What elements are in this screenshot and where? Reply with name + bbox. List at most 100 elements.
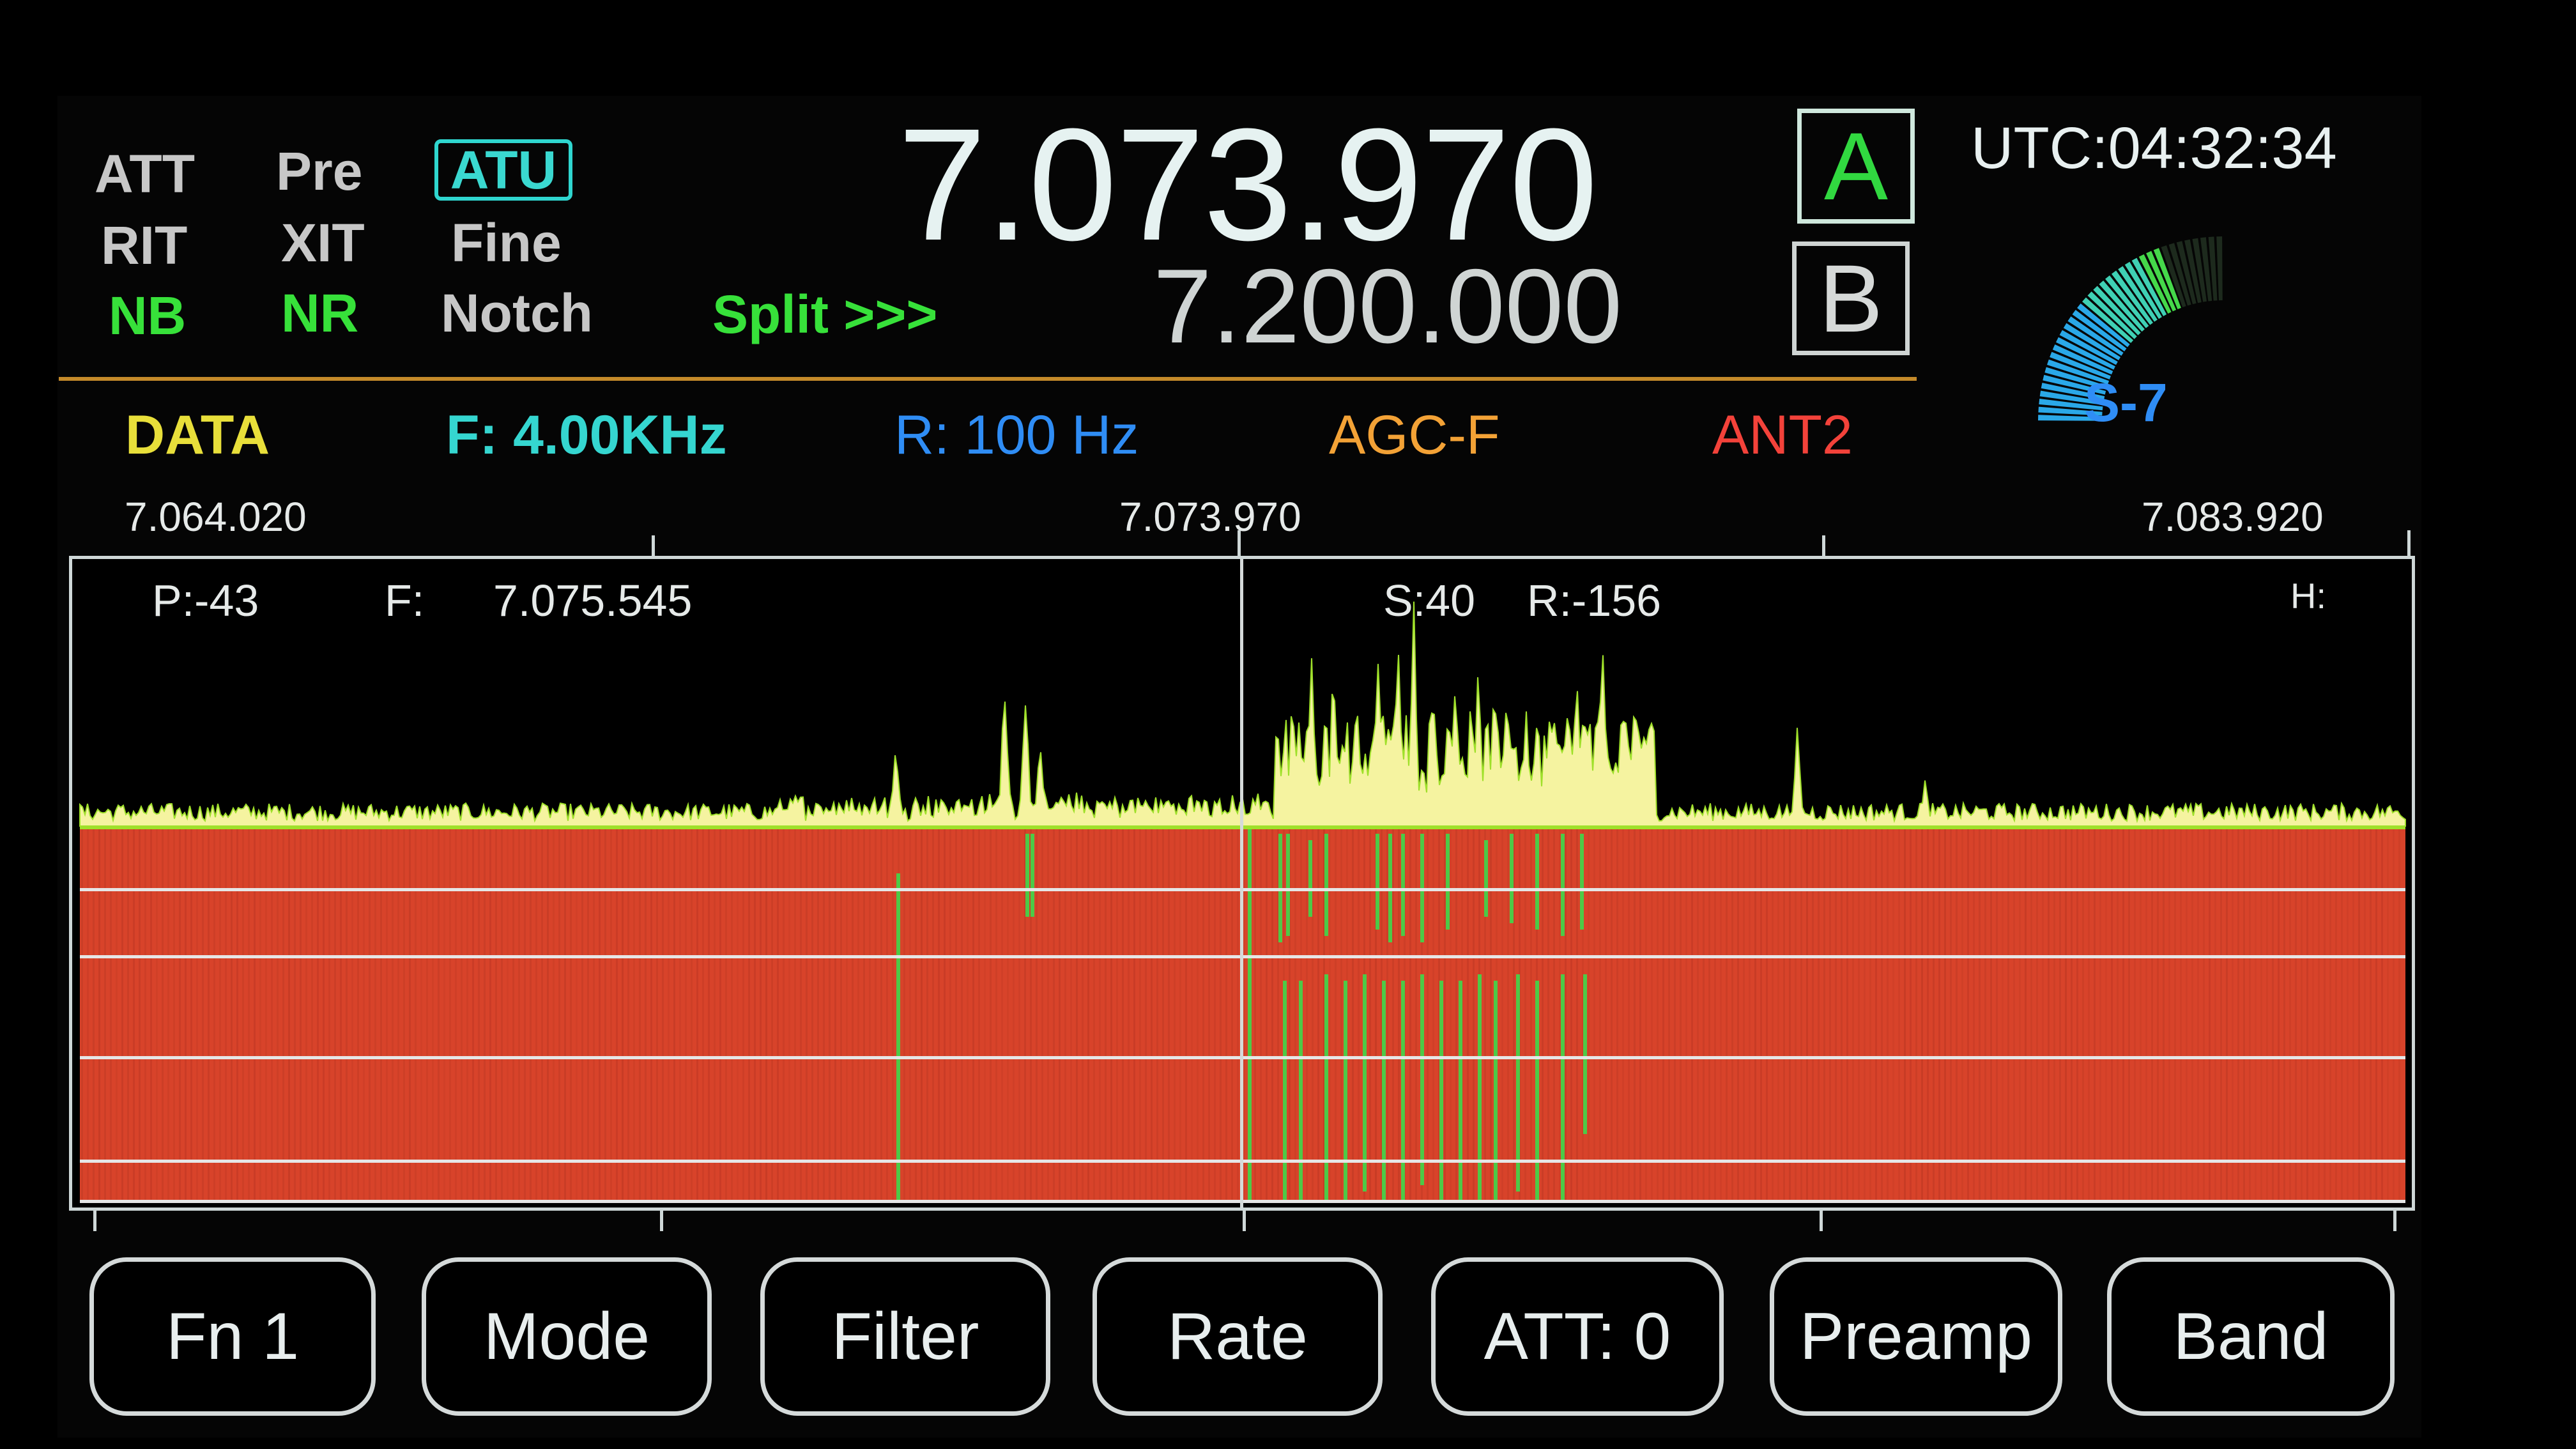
waterfall-streak [1691, 829, 1693, 1202]
waterfall-signal [1494, 981, 1498, 1201]
waterfall-streak [225, 829, 227, 1202]
rit-indicator[interactable]: RIT [101, 218, 187, 272]
waterfall-streak [1018, 829, 1020, 1202]
waterfall-streak [1122, 829, 1124, 1202]
waterfall-streak [1783, 829, 1785, 1202]
fine-indicator[interactable]: Fine [451, 216, 562, 270]
waterfall-streak [277, 829, 279, 1202]
filter-status[interactable]: F: 4.00KHz [446, 404, 727, 467]
nr-indicator[interactable]: NR [281, 286, 358, 340]
waterfall-streak [104, 829, 106, 1202]
waterfall-streak [530, 829, 532, 1202]
waterfall-streak [208, 829, 210, 1202]
waterfall-streak [1973, 829, 1975, 1202]
filter-button[interactable]: Filter [760, 1257, 1050, 1416]
waterfall-streak [1956, 829, 1958, 1202]
waterfall-streak [553, 829, 555, 1202]
waterfall-streak [1611, 829, 1613, 1202]
waterfall-streak [1501, 829, 1503, 1202]
waterfall-streak [2329, 829, 2331, 1202]
waterfall-streak [1881, 829, 1883, 1202]
rate-status[interactable]: R: 100 Hz [894, 404, 1138, 467]
waterfall-signal [1401, 834, 1405, 936]
waterfall-streak [1064, 829, 1066, 1202]
rate-button[interactable]: Rate [1092, 1257, 1383, 1416]
waterfall-streak [2030, 829, 2032, 1202]
waterfall-streak [1634, 829, 1636, 1202]
waterfall-streak [2341, 829, 2343, 1202]
waterfall-streak [990, 829, 992, 1202]
nb-indicator[interactable]: NB [109, 289, 186, 342]
waterfall-streak [535, 829, 537, 1202]
band-button[interactable]: Band [2107, 1257, 2395, 1416]
waterfall-streak [1570, 829, 1572, 1202]
waterfall-streak [190, 829, 192, 1202]
waterfall-streak [564, 829, 566, 1202]
waterfall-streak [127, 829, 129, 1202]
waterfall-streak [2232, 829, 2234, 1202]
split-indicator[interactable]: Split >>> [712, 288, 938, 341]
waterfall-streak [167, 829, 169, 1202]
waterfall-streak [754, 829, 756, 1202]
waterfall-streak [2036, 829, 2038, 1202]
waterfall-streak [219, 829, 221, 1202]
waterfall-streak [1685, 829, 1687, 1202]
waterfall-streak [1910, 829, 1912, 1202]
waterfall-streak [409, 829, 411, 1202]
waterfall-streak [1398, 829, 1400, 1202]
waterfall-streak [1588, 829, 1590, 1202]
waterfall-streak [846, 829, 848, 1202]
att-button[interactable]: ATT: 0 [1431, 1257, 1724, 1416]
preamp-button[interactable]: Preamp [1770, 1257, 2062, 1416]
att-indicator[interactable]: ATT [95, 147, 195, 201]
cursor-f-label: F: [385, 576, 425, 625]
waterfall-streak [116, 829, 118, 1202]
waterfall-streak [2094, 829, 2096, 1202]
waterfall-streak [2168, 829, 2170, 1202]
vfo-b-button[interactable]: B [1792, 241, 1910, 355]
waterfall-streak [1645, 829, 1647, 1202]
waterfall-signal [1025, 834, 1029, 917]
waterfall-streak [1093, 829, 1095, 1202]
waterfall-streak [616, 829, 618, 1202]
waterfall-streak [1036, 829, 1038, 1202]
tuning-cursor[interactable] [1240, 559, 1243, 1208]
vfo-a-button[interactable]: A [1797, 109, 1915, 224]
waterfall-streak [1467, 829, 1469, 1202]
waterfall-streak [1927, 829, 1929, 1202]
xit-indicator[interactable]: XIT [281, 216, 365, 270]
r-level-label: R:-156 [1527, 576, 1662, 625]
waterfall-streak [1933, 829, 1935, 1202]
antenna-status[interactable]: ANT2 [1712, 404, 1853, 467]
waterfall-signal [1510, 834, 1514, 923]
waterfall-streak [875, 829, 877, 1202]
spectrum-waterfall-panel[interactable] [69, 556, 2415, 1211]
waterfall-streak [800, 829, 802, 1202]
waterfall-streak [1743, 829, 1745, 1202]
waterfall-streak [2295, 829, 2297, 1202]
waterfall-streak [1450, 829, 1452, 1202]
waterfall-streak [1369, 829, 1371, 1202]
waterfall-streak [1076, 829, 1078, 1202]
spectrum-waterfall[interactable] [72, 559, 2412, 1208]
atu-indicator[interactable]: ATU [434, 139, 572, 201]
waterfall-streak [2358, 829, 2360, 1202]
vfo-b-frequency[interactable]: 7.200.000 [1153, 246, 1622, 367]
mode-status[interactable]: DATA [125, 404, 270, 467]
waterfall-streak [1473, 829, 1475, 1202]
waterfall-streak [282, 829, 284, 1202]
waterfall-streak [656, 829, 658, 1202]
waterfall-streak [1386, 829, 1388, 1202]
waterfall-streak [926, 829, 928, 1202]
preamp-indicator[interactable]: Pre [276, 144, 362, 198]
waterfall-streak [2007, 829, 2009, 1202]
scale-tick [660, 1211, 663, 1231]
mode-button[interactable]: Mode [422, 1257, 712, 1416]
notch-indicator[interactable]: Notch [441, 286, 593, 340]
fn1-button[interactable]: Fn 1 [89, 1257, 376, 1416]
s-level-label: S:40 [1383, 576, 1475, 625]
agc-status[interactable]: AGC-F [1329, 404, 1500, 467]
waterfall-signal [1382, 981, 1386, 1201]
waterfall-streak [2140, 829, 2142, 1202]
spectrum-start-frequency: 7.064.020 [125, 494, 307, 540]
